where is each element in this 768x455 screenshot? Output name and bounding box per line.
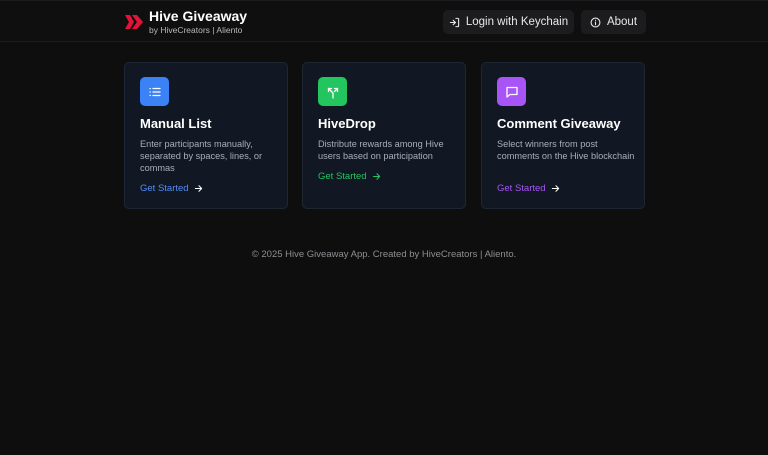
comment-giveaway-card[interactable]: Comment Giveaway Select winners from pos… — [481, 62, 645, 209]
arrow-right-icon — [551, 185, 559, 192]
message-icon — [505, 86, 518, 98]
get-started-link[interactable]: Get Started — [140, 183, 203, 194]
card-description: Enter participants manually, separated b… — [140, 139, 263, 173]
card-description: Distribute rewards among Hive users base… — [318, 139, 444, 161]
hivedrop-card[interactable]: HiveDrop Distribute rewards among Hive u… — [302, 62, 466, 209]
card-title: HiveDrop — [318, 116, 376, 131]
get-started-link[interactable]: Get Started — [497, 183, 560, 194]
login-label: Login with Keychain — [465, 16, 569, 28]
arrow-right-icon — [372, 173, 380, 180]
arrow-right-icon — [194, 185, 202, 192]
info-icon — [590, 17, 601, 27]
about-button[interactable]: About — [581, 10, 646, 34]
card-title: Comment Giveaway — [497, 116, 621, 131]
login-icon — [449, 17, 460, 27]
manual-list-card[interactable]: Manual List Enter participants manually,… — [124, 62, 288, 209]
about-label: About — [606, 16, 638, 28]
card-icon-badge — [140, 77, 169, 106]
app-title: Hive Giveaway — [149, 8, 248, 25]
card-title: Manual List — [140, 116, 212, 131]
cta-label: Get Started — [318, 171, 367, 182]
brand[interactable]: Hive Giveaway by HiveCreators | Aliento — [124, 9, 247, 35]
hive-logo-icon — [125, 15, 143, 29]
list-icon — [148, 87, 161, 96]
cta-label: Get Started — [140, 183, 189, 194]
cta-label: Get Started — [497, 183, 546, 194]
card-description: Select winners from post comments on the… — [497, 139, 635, 161]
top-navigation-bar: Hive Giveaway by HiveCreators | Aliento … — [0, 0, 768, 42]
card-icon-badge — [497, 77, 526, 106]
get-started-link[interactable]: Get Started — [318, 171, 381, 182]
card-icon-badge — [318, 77, 347, 106]
app-subtitle: by HiveCreators | Aliento — [149, 25, 243, 36]
split-arrows-icon — [327, 87, 338, 99]
login-with-keychain-button[interactable]: Login with Keychain — [443, 10, 574, 34]
footer-text: © 2025 Hive Giveaway App. Created by Hiv… — [251, 249, 517, 260]
